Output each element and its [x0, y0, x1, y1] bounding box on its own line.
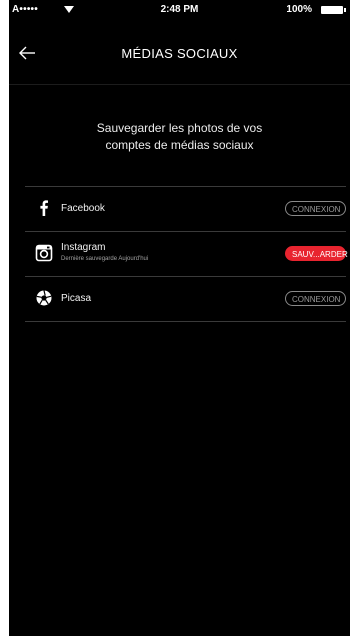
backup-button[interactable]: SAUV...ARDER [285, 246, 348, 261]
social-account-list: Facebook CONNEXION Instagram Dernière sa… [25, 186, 348, 322]
intro-line-1: Sauvegarder les photos de vos [96, 121, 263, 135]
facebook-icon [35, 199, 53, 217]
account-name: Facebook [61, 203, 105, 214]
account-row-facebook[interactable]: Facebook CONNEXION [25, 186, 346, 231]
last-backup-text: Dernière sauvegarde Aujourd'hui [61, 256, 149, 262]
instagram-icon [35, 244, 53, 262]
account-row-picasa[interactable]: Picasa CONNEXION [25, 276, 346, 322]
account-row-instagram[interactable]: Instagram Dernière sauvegarde Aujourd'hu… [25, 231, 348, 276]
connect-button[interactable]: CONNEXION [285, 291, 346, 306]
intro-line-2: comptes de médias sociaux [105, 138, 254, 152]
status-bar: A••••• 2:48 PM 100% [9, 0, 350, 22]
battery-icon [321, 6, 346, 14]
navigation-header: MÉDIAS SOCIAUX [9, 22, 350, 85]
picasa-icon [35, 289, 53, 307]
connect-button[interactable]: CONNEXION [285, 201, 346, 216]
intro-text: Sauvegarder les photos de vos comptes de… [49, 120, 310, 154]
page-title: MÉDIAS SOCIAUX [121, 46, 238, 61]
account-name: Picasa [61, 293, 92, 304]
app-screen: A••••• 2:48 PM 100% MÉDIAS SOCIAUX Sauve… [9, 0, 350, 636]
battery-percent: 100% [286, 4, 312, 15]
account-name: Instagram [61, 242, 106, 253]
